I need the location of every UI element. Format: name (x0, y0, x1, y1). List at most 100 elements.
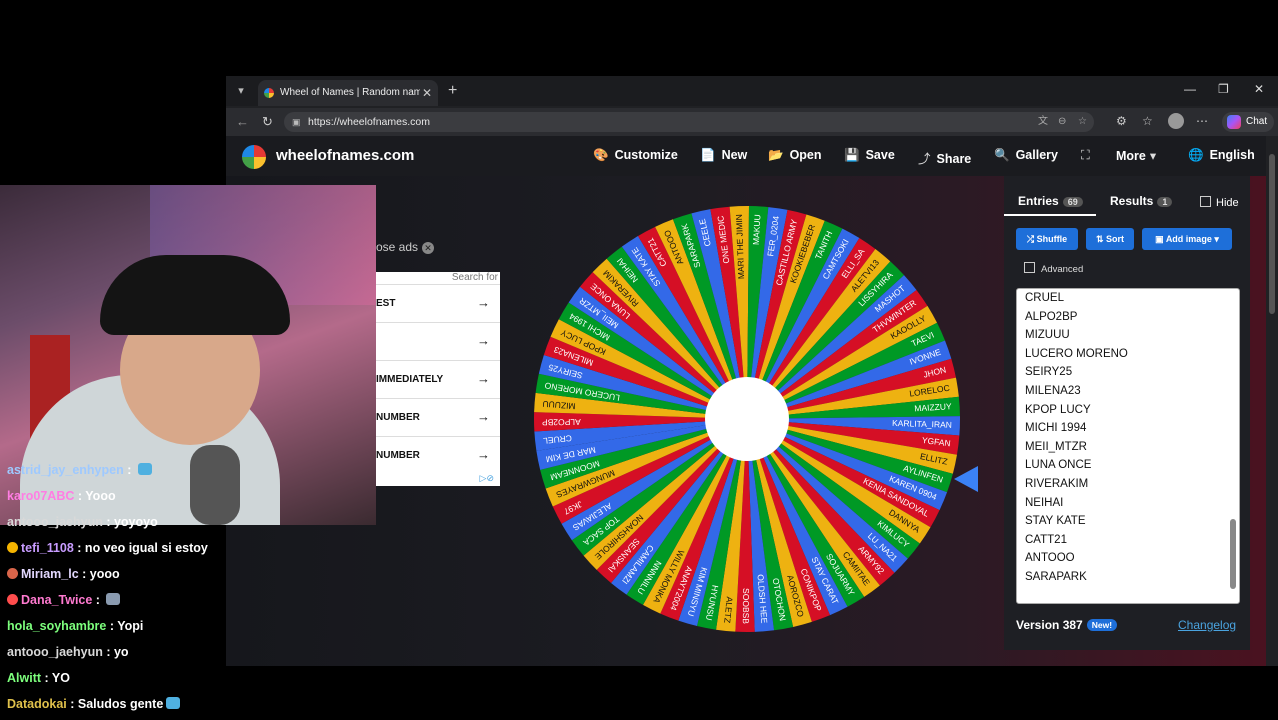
hide-checkbox[interactable]: Hide (1200, 196, 1239, 209)
profile-avatar[interactable] (1168, 113, 1184, 129)
chat-message: Miriam_lc : yooo (7, 567, 120, 581)
chat-message: astrid_jay_enhypen : (7, 463, 152, 477)
hide-checkbox-box[interactable] (1200, 196, 1211, 207)
page-scrollbar[interactable] (1266, 136, 1278, 666)
translate-icon[interactable]: 文 (1038, 112, 1048, 132)
wheel-pointer-icon (954, 466, 978, 492)
menu-save-button[interactable]: 💾 Save (844, 148, 895, 163)
ad-choices-icon[interactable]: ▷⊘ (480, 473, 494, 484)
chat-username: astrid_jay_enhypen (7, 463, 124, 477)
zoom-icon[interactable]: ⊖ (1058, 112, 1066, 132)
entry-line: ALPO2BP (1025, 310, 1078, 323)
close-ads-icon[interactable]: ✕ (422, 242, 435, 254)
sort-button[interactable]: ⇅ Sort (1086, 228, 1134, 250)
chat-message: karo07ABC : Yooo (7, 489, 116, 503)
tab-entries-label: Entries (1018, 194, 1059, 208)
entries-textarea[interactable]: CRUEL ALPO2BP MIZUUU LUCERO MORENO SEIRY25 MI… (1016, 288, 1240, 604)
shuffle-label: Shuffle (1036, 234, 1068, 244)
tab-results[interactable]: Results 1 (1110, 194, 1173, 208)
minimize-icon[interactable]: — (1184, 82, 1196, 96)
favorites-icon[interactable]: ☆ (1142, 114, 1153, 128)
webcam-microphone (190, 445, 240, 525)
entry-line: LUNA ONCE (1025, 459, 1092, 472)
fullscreen-icon: ⛶ (1081, 148, 1090, 162)
chevron-down-icon: ▾ (1149, 149, 1157, 163)
menu-more-button[interactable]: More ▾ (1116, 148, 1162, 163)
entries-scroll-thumb[interactable] (1230, 519, 1236, 589)
results-count-badge: 1 (1157, 197, 1173, 207)
menu-label: New (721, 148, 748, 162)
menu-share-button[interactable]: ⤴ Share (918, 148, 971, 167)
close-window-icon[interactable]: ✕ (1254, 82, 1264, 96)
file-icon: 📄 (700, 148, 716, 162)
menu-new-button[interactable]: 📄 New (700, 148, 747, 163)
chat-emote-icon (166, 697, 181, 709)
entries-scrollbar[interactable] (1230, 293, 1236, 599)
new-tab-icon[interactable]: + (448, 80, 457, 102)
chat-label: Chat (1246, 116, 1268, 127)
entry-line: NEIHAI (1025, 496, 1064, 509)
menu-label: English (1209, 148, 1255, 162)
menu-label: Gallery (1015, 148, 1058, 162)
entry-line: KPOP LUCY (1025, 403, 1091, 416)
chat-text: : yoyoyo (102, 515, 158, 529)
chat-badge-icon (7, 594, 18, 605)
ad-panel: Search for EST → → IMMEDIATELY → NUMBER → NUMBE… (376, 272, 500, 486)
extensions-icon[interactable]: ⚙ (1116, 114, 1127, 128)
changelog-link[interactable]: Changelog (1178, 618, 1236, 632)
wheel-of-names[interactable]: CRUELALPO2BPMIZUUULUCERO MORENOSEIRY25MI… (532, 204, 962, 634)
chat-username: karo07ABC (7, 489, 75, 503)
active-tab-indicator (1004, 214, 1096, 216)
back-icon[interactable]: ← (236, 114, 249, 129)
advanced-checkbox-box[interactable] (1024, 262, 1035, 273)
close-tab-icon[interactable]: ✕ (422, 80, 432, 106)
ad-row[interactable]: NUMBER → (376, 436, 500, 474)
menu-open-button[interactable]: 📂 Open (768, 148, 822, 163)
favorite-icon[interactable]: ☆ (1078, 112, 1087, 132)
address-bar[interactable]: ▣ https://wheelofnames.com 文 ⊖ ☆ (284, 112, 1094, 132)
add-image-label: Add image (1165, 234, 1212, 244)
entry-line: LUCERO MORENO (1025, 347, 1128, 360)
wheel-logo-icon[interactable] (242, 145, 266, 169)
page-scroll-thumb[interactable] (1269, 154, 1275, 314)
chat-text: : Saludos gente (66, 697, 164, 711)
entry-line: RIVERAKIM (1025, 478, 1089, 490)
chat-badge-icon (7, 542, 18, 553)
ad-row[interactable]: → (376, 322, 500, 360)
wheel-slice-label: KARLITA_IRAN (892, 418, 952, 430)
chat-message: Dana_Twice : (7, 593, 121, 607)
tab-entries[interactable]: Entries 69 (1018, 194, 1083, 208)
site-title[interactable]: wheelofnames.com (276, 147, 414, 164)
browser-tab[interactable]: Wheel of Names | Random name picker ✕ (258, 80, 438, 106)
site-info-icon[interactable]: ▣ (292, 112, 301, 132)
copilot-chat-button[interactable]: Chat (1222, 112, 1274, 132)
menu-english-button[interactable]: 🌐 English (1188, 148, 1255, 163)
entry-line: STAY KATE (1025, 515, 1086, 528)
favicon-icon (264, 88, 274, 98)
menu-fullscreen-button[interactable]: ⛶ (1081, 148, 1096, 163)
chat-message: tefi_1108 : no veo igual si estoy (7, 541, 208, 555)
ad-row[interactable]: EST → (376, 284, 500, 322)
advanced-checkbox[interactable]: Advanced (1024, 262, 1083, 275)
ad-row[interactable]: NUMBER → (376, 398, 500, 436)
menu-label: Customize (614, 148, 678, 162)
chat-emote-icon (137, 463, 152, 475)
wheel-slice-label: MAKUU (751, 214, 763, 245)
more-options-icon[interactable]: ⋯ (1196, 114, 1208, 128)
close-ads-link[interactable]: ose ads ✕ (376, 240, 435, 254)
ad-row[interactable]: IMMEDIATELY → (376, 360, 500, 398)
add-image-button[interactable]: ▣ Add image ▾ (1142, 228, 1232, 250)
restore-icon[interactable]: ❐ (1218, 82, 1229, 96)
wheel-center[interactable] (705, 377, 789, 461)
menu-customize-button[interactable]: 🎨 Customize (593, 148, 678, 163)
tab-search-icon[interactable]: ▾ (232, 82, 250, 100)
chat-message: hola_soyhambre : Yopi (7, 619, 143, 633)
chat-text: : (92, 593, 104, 607)
tab-title: Wheel of Names | Random name picker (280, 87, 420, 98)
chat-text: : (123, 463, 135, 477)
tab-results-label: Results (1110, 194, 1154, 208)
menu-gallery-button[interactable]: 🔍 Gallery (994, 148, 1058, 163)
shuffle-button[interactable]: ⤮ Shuffle (1016, 228, 1078, 250)
refresh-icon[interactable]: ↻ (262, 114, 273, 130)
palette-icon: 🎨 (593, 148, 609, 162)
